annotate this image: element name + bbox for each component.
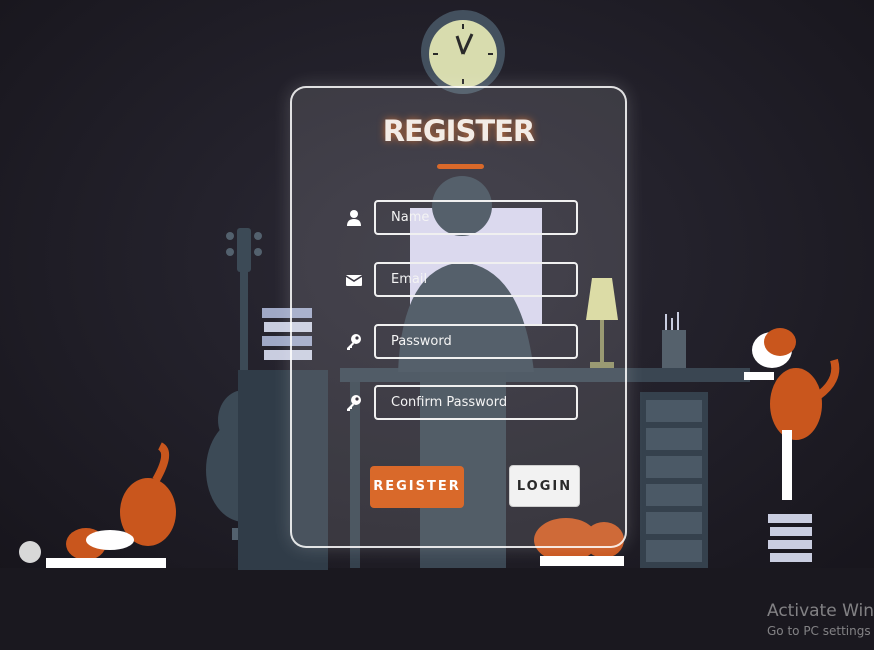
form-title: REGISTER [382, 114, 536, 148]
key-icon [344, 332, 364, 352]
password-input[interactable] [374, 324, 578, 359]
envelope-icon [344, 270, 364, 290]
confirm-password-input[interactable] [374, 385, 578, 420]
name-input[interactable] [374, 200, 578, 235]
login-button[interactable]: LOGIN [509, 465, 580, 507]
register-button[interactable]: REGISTER [370, 466, 464, 508]
clock-icon [421, 10, 505, 94]
name-row [344, 200, 580, 236]
email-input[interactable] [374, 262, 578, 297]
activate-windows-watermark: Activate Windows Go to PC settings to ac… [767, 600, 874, 640]
email-row [344, 262, 580, 298]
key-icon [344, 393, 364, 413]
confirm-password-row [344, 385, 580, 421]
title-underline [437, 164, 484, 169]
user-icon [344, 208, 364, 228]
password-row [344, 324, 580, 360]
register-card: REGISTER REGISTER LOGIN [290, 86, 627, 548]
watermark-title: Activate Windows [767, 601, 874, 621]
watermark-subtitle: Go to PC settings to activate Windows. [767, 624, 874, 638]
